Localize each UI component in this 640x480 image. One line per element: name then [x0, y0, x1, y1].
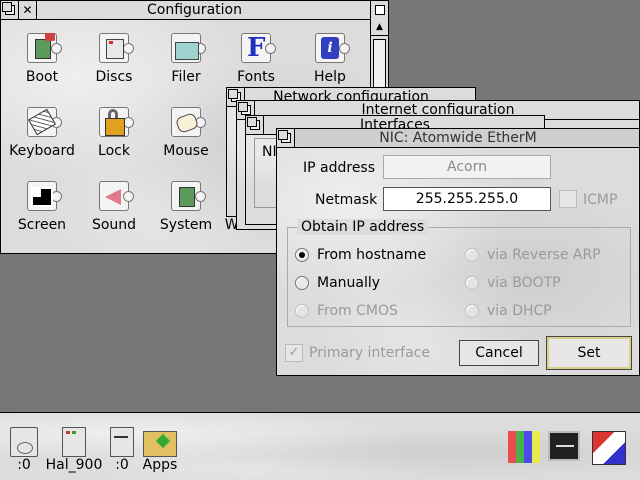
- radio-disabled-icon: [465, 304, 479, 318]
- cancel-button[interactable]: Cancel: [459, 340, 539, 366]
- help-label: Help: [314, 69, 346, 85]
- keyboard-label: Keyboard: [9, 143, 75, 159]
- radio-disabled-icon: [465, 248, 479, 262]
- apps-label: Apps: [142, 457, 178, 473]
- obtain-ip-group-label: Obtain IP address: [297, 219, 429, 235]
- radio-disabled-icon: [465, 276, 479, 290]
- sound-label: Sound: [91, 217, 137, 233]
- system-config-icon[interactable]: System: [151, 179, 221, 233]
- manually-label: Manually: [317, 275, 381, 291]
- from-hostname-radio[interactable]: From hostname: [295, 247, 426, 263]
- ram-disc-label: :0: [115, 457, 129, 473]
- apps-item[interactable]: Apps: [140, 427, 180, 473]
- ram-disc-icon: [110, 427, 134, 457]
- radio-disabled-icon: [295, 304, 309, 318]
- lock-label: Lock: [98, 143, 130, 159]
- primary-interface-checkbox[interactable]: ✓: [285, 344, 303, 362]
- radio-selected-icon: [295, 248, 309, 262]
- screen-label: Screen: [17, 217, 67, 233]
- toggle-size-icon[interactable]: [370, 1, 388, 19]
- interfaces-item-label[interactable]: NI: [262, 144, 277, 160]
- mouse-label: Mouse: [163, 143, 209, 159]
- radio-unselected-icon: [295, 276, 309, 290]
- system-icon: [169, 179, 206, 213]
- discs-config-icon[interactable]: Discs: [79, 31, 149, 85]
- close-icon[interactable]: ✕: [19, 1, 37, 19]
- display-manager-icon: [508, 431, 540, 463]
- bootp-radio[interactable]: via BOOTP: [465, 275, 561, 291]
- keyboard-config-icon[interactable]: Keyboard: [7, 105, 77, 159]
- mouse-icon: [169, 105, 206, 139]
- dhcp-label: via DHCP: [487, 303, 552, 319]
- dhcp-radio[interactable]: via DHCP: [465, 303, 552, 319]
- scroll-up-icon[interactable]: ▲: [371, 19, 388, 36]
- display-manager-item[interactable]: [508, 431, 544, 467]
- set-button[interactable]: Set: [546, 336, 632, 370]
- from-cmos-radio[interactable]: From CMOS: [295, 303, 398, 319]
- acorn-cube-item[interactable]: [592, 431, 632, 471]
- primary-interface-label: Primary interface: [309, 345, 430, 361]
- sound-icon: [97, 179, 134, 213]
- ip-address-field[interactable]: Acorn: [383, 155, 551, 179]
- lock-icon: [97, 105, 134, 139]
- boot-icon: [25, 31, 62, 65]
- icmp-label: ICMP: [583, 192, 618, 208]
- filer-label: Filer: [171, 69, 201, 85]
- fonts-label: Fonts: [237, 69, 275, 85]
- icon-bar: :0 Hal_900 :0 Apps: [0, 412, 640, 480]
- ip-address-label: IP address: [303, 160, 376, 176]
- bootp-label: via BOOTP: [487, 275, 561, 291]
- system-label: System: [159, 217, 213, 233]
- ram-disc-item[interactable]: :0: [106, 427, 138, 473]
- acorn-cube-icon: [592, 431, 626, 465]
- reverse-arp-radio[interactable]: via Reverse ARP: [465, 247, 601, 263]
- discs-label: Discs: [95, 69, 133, 85]
- icmp-checkbox[interactable]: [559, 190, 577, 208]
- fonts-icon: F: [239, 31, 276, 65]
- floppy-drive-icon: [10, 427, 38, 457]
- screen-icon: [25, 179, 62, 213]
- network-drive-label: Hal_900: [45, 457, 103, 473]
- boot-config-icon[interactable]: Boot: [7, 31, 77, 85]
- task-manager-icon: [548, 431, 580, 461]
- configuration-titlebar[interactable]: Configuration: [1, 1, 388, 20]
- configuration-title: Configuration: [147, 2, 242, 18]
- back-icon[interactable]: [246, 116, 264, 134]
- screen-config-icon[interactable]: Screen: [7, 179, 77, 233]
- nic-dialog-titlebar[interactable]: NIC: Atomwide EtherM: [277, 129, 639, 148]
- filer-config-icon[interactable]: Filer: [151, 31, 221, 85]
- floppy-drive-label: :0: [17, 457, 31, 473]
- manually-radio[interactable]: Manually: [295, 275, 380, 291]
- back-icon[interactable]: [1, 1, 19, 19]
- network-drive-item[interactable]: Hal_900: [42, 427, 106, 473]
- nic-dialog-title: NIC: Atomwide EtherM: [379, 130, 537, 146]
- keyboard-icon: [25, 105, 62, 139]
- apps-folder-icon: [143, 431, 177, 457]
- fonts-config-icon[interactable]: F Fonts: [221, 31, 291, 85]
- floppy-drive-item[interactable]: :0: [6, 427, 42, 473]
- mouse-config-icon[interactable]: Mouse: [151, 105, 221, 159]
- filer-icon: [169, 31, 206, 65]
- reverse-arp-label: via Reverse ARP: [487, 247, 601, 263]
- from-cmos-label: From CMOS: [317, 303, 398, 319]
- task-manager-item[interactable]: [548, 431, 584, 467]
- nic-dialog: NIC: Atomwide EtherM IP address Acorn Ne…: [276, 128, 640, 376]
- discs-icon: [97, 31, 134, 65]
- boot-label: Boot: [25, 69, 59, 85]
- back-icon[interactable]: [277, 129, 295, 147]
- netmask-field[interactable]: 255.255.255.0: [383, 187, 551, 211]
- lock-config-icon[interactable]: Lock: [79, 105, 149, 159]
- network-drive-icon: [62, 427, 86, 457]
- help-config-icon[interactable]: i Help: [295, 31, 365, 85]
- from-hostname-label: From hostname: [317, 247, 427, 263]
- help-icon: i: [313, 31, 350, 65]
- netmask-label: Netmask: [315, 192, 378, 208]
- sound-config-icon[interactable]: Sound: [79, 179, 149, 233]
